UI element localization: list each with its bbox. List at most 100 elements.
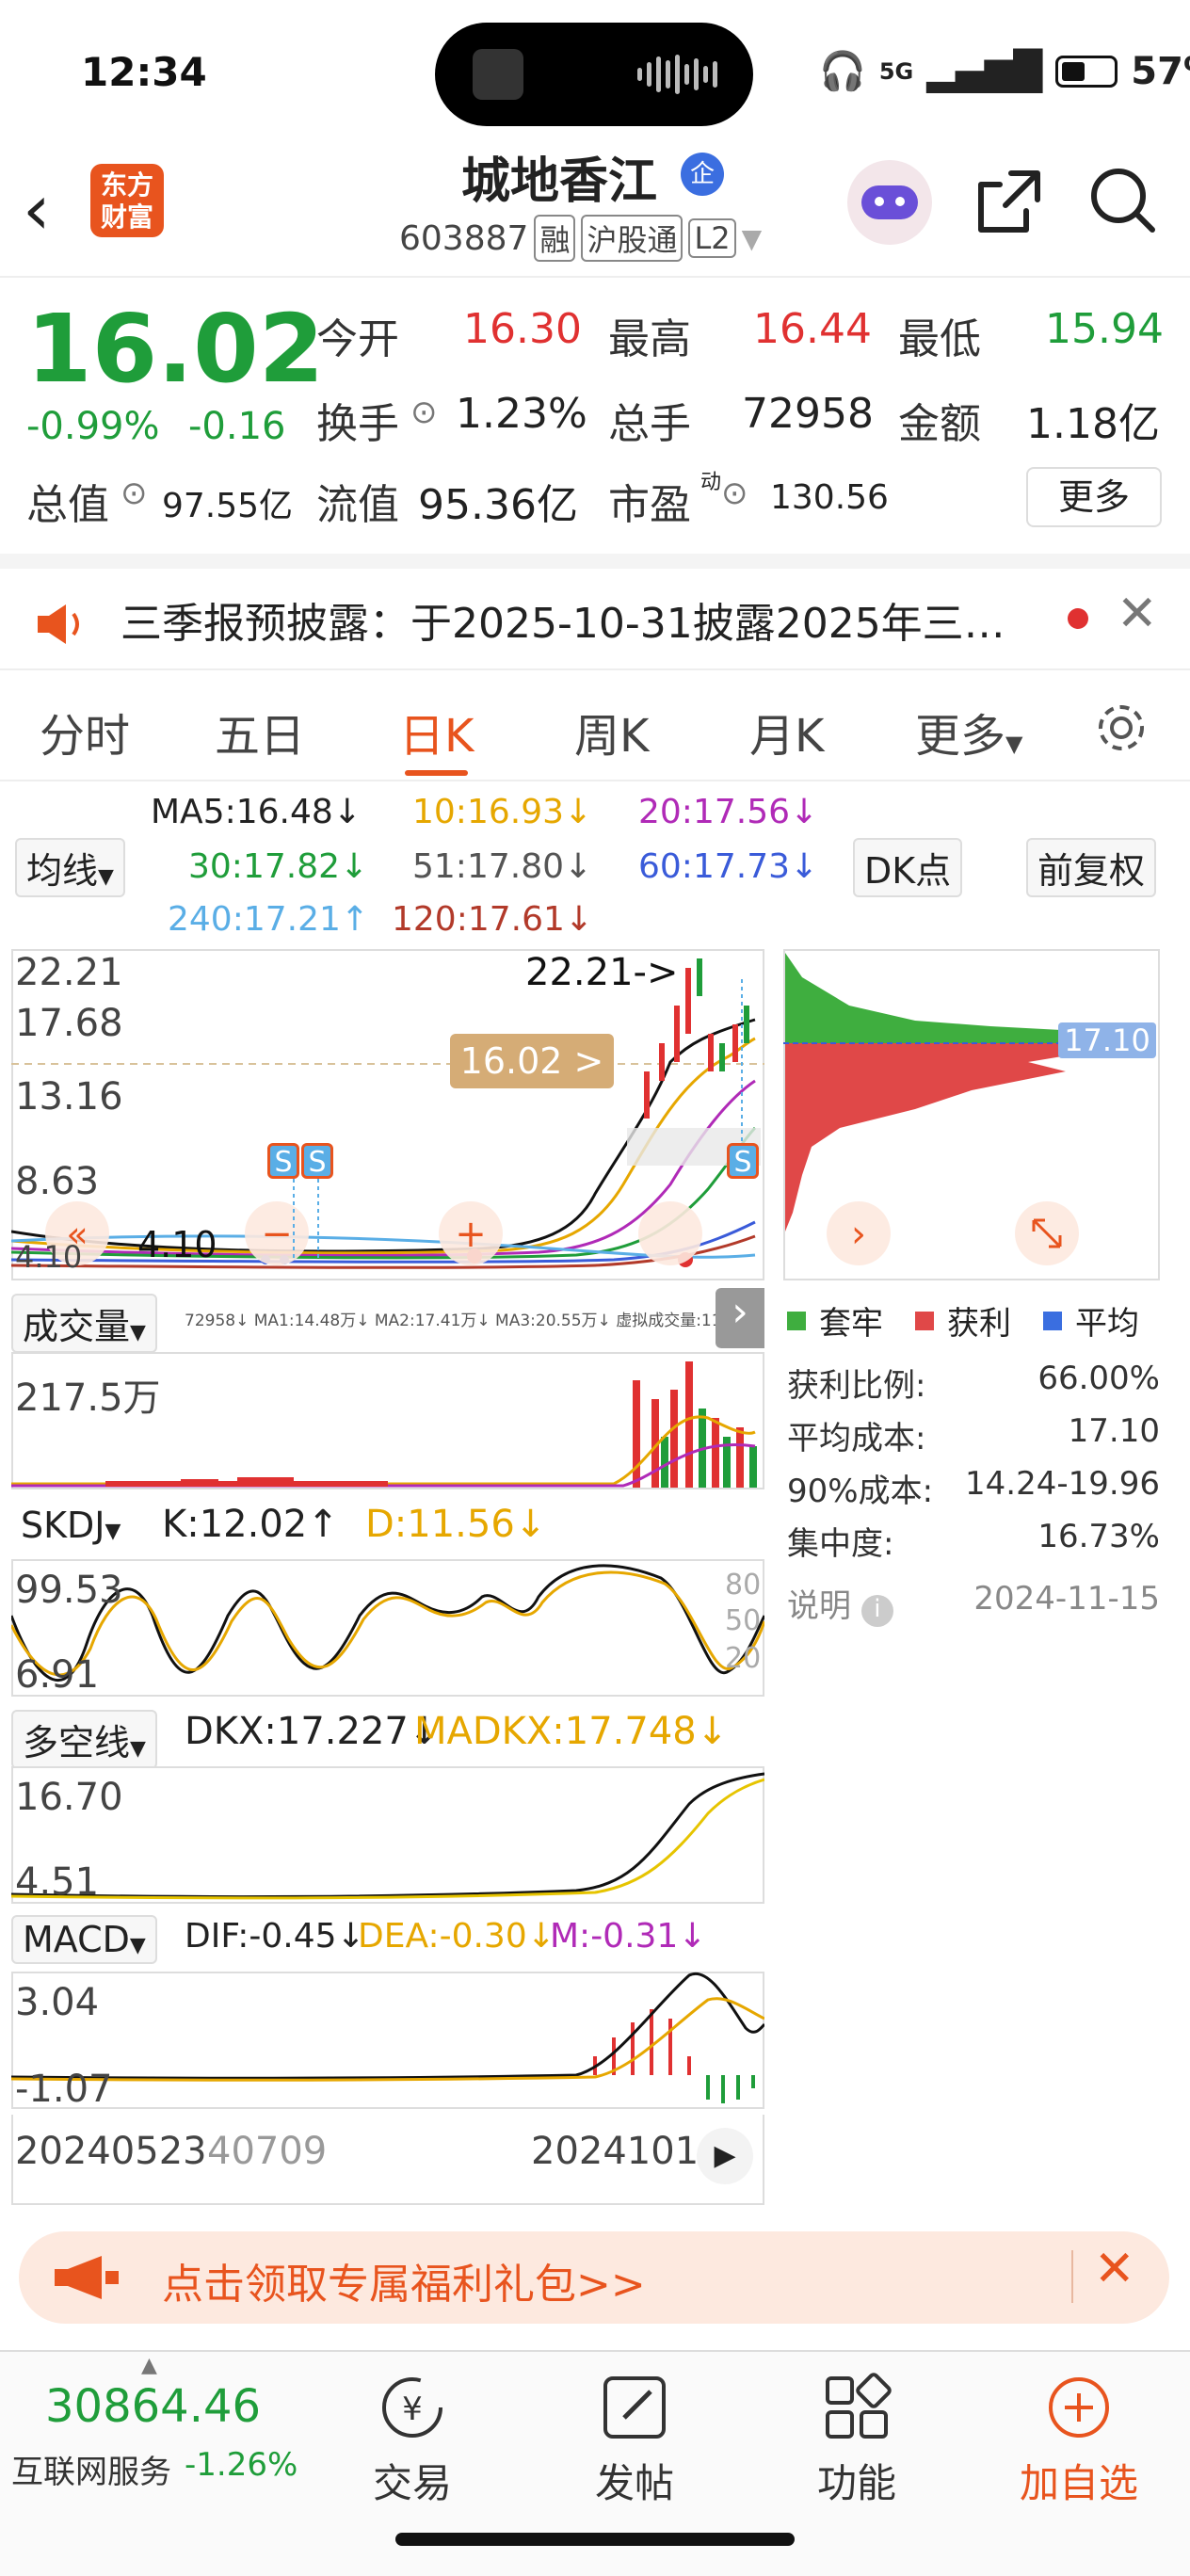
nav-trade[interactable]: ¥ 交易 [346, 2373, 478, 2509]
chip-val: 14.24-19.96 [965, 1465, 1160, 1503]
current-price-tag[interactable]: 16.02 > [450, 1034, 614, 1088]
settings-gear-icon[interactable] [1092, 699, 1150, 757]
tab-more[interactable]: 更多▼ [915, 699, 1022, 765]
open-label: 今开 [316, 315, 399, 363]
tag-connect: 沪股通 [581, 215, 683, 262]
adjust-button[interactable]: 前复权 [1026, 838, 1157, 897]
nav-trade-label: 交易 [372, 2460, 452, 2506]
macd-chart[interactable] [11, 1972, 764, 2109]
chip-note[interactable]: 说明 i [787, 1580, 893, 1633]
chip-key: 90%成本: [787, 1473, 934, 1510]
nav-add-watchlist[interactable]: 加自选 [1013, 2373, 1145, 2509]
low-marker: 4.10 [137, 1224, 217, 1265]
dropdown-icon: ▼ [1005, 731, 1023, 757]
expand-caret-icon[interactable]: ▲ [141, 2354, 157, 2377]
pe-value: 130.56 [770, 478, 889, 517]
y-tick-2: 17.68 [15, 1002, 123, 1045]
volume-selector[interactable]: 成交量▼ [11, 1294, 157, 1353]
svg-text:+: + [455, 1213, 487, 1256]
skdj-bottom: 6.91 [15, 1653, 100, 1697]
index-value[interactable]: 30864.46 [45, 2380, 261, 2433]
notice-bar[interactable]: 三季报预披露：于2025-10-31披露2025年三… ✕ [0, 554, 1190, 668]
ma60-value: 60:17.73↓ [638, 847, 819, 886]
stock-code: 603887 [399, 218, 529, 258]
chip-legend: 套牢 获利 平均 [787, 1297, 1139, 1344]
ma-selector[interactable]: 均线▼ [15, 838, 125, 897]
ma10-value: 10:16.93↓ [412, 793, 593, 831]
chip-val: 17.10 [1068, 1412, 1160, 1450]
more-button[interactable]: 更多 [1026, 467, 1162, 527]
macd-selector[interactable]: MACD▼ [11, 1915, 157, 1964]
home-indicator[interactable] [395, 2533, 795, 2546]
chip-distribution-chart[interactable]: › [783, 949, 1160, 1280]
close-icon[interactable]: ✕ [1117, 586, 1158, 642]
info-icon: i [860, 1595, 893, 1627]
ai-assistant-icon[interactable] [847, 160, 932, 245]
search-icon[interactable] [1085, 162, 1160, 237]
back-icon[interactable]: ‹ [23, 169, 51, 250]
play-icon[interactable]: ▶ [697, 2128, 753, 2184]
chip-val: 66.00% [1037, 1360, 1160, 1397]
stock-code-row[interactable]: 603887 融 沪股通 L2 ▼ [399, 215, 762, 262]
kline-chart[interactable]: « − + [11, 949, 764, 1280]
skdj-level-50: 50 [725, 1604, 762, 1637]
chip-val: 16.73% [1037, 1518, 1160, 1555]
dkx-selector[interactable]: 多空线▼ [11, 1710, 157, 1769]
tab-daily[interactable]: 日K [399, 699, 474, 776]
turnover-value: 1.23% [456, 390, 587, 438]
pe-label: 市盈 [608, 481, 691, 529]
tab-monthly[interactable]: 月K [749, 699, 824, 765]
eastmoney-logo[interactable]: 东方 财富 [90, 164, 164, 237]
promo-banner[interactable]: 点击领取专属福利礼包>> ✕ [19, 2231, 1169, 2324]
enterprise-badge[interactable]: 企 [681, 153, 724, 196]
open-value: 16.30 [463, 305, 582, 353]
nav-functions[interactable]: 功能 [791, 2373, 923, 2509]
svg-text:−: − [261, 1213, 293, 1256]
info-icon[interactable]: ⊙ [121, 475, 148, 512]
high-value: 16.44 [753, 305, 872, 353]
ma-selector-label: 均线 [26, 850, 99, 892]
tab-5day[interactable]: 五日 [215, 699, 305, 765]
period-tabs: 分时 五日 日K 周K 月K 更多▼ [0, 668, 1190, 781]
chip-row: 获利比例: 66.00% [787, 1360, 1160, 1412]
dkx-selector-label: 多空线 [23, 1722, 131, 1763]
megaphone-icon [55, 2256, 119, 2299]
tab-weekly[interactable]: 周K [574, 699, 649, 765]
info-icon[interactable]: ⊙ [410, 394, 438, 431]
nav-add-label: 加自选 [1019, 2460, 1138, 2506]
chip-key: 平均成本: [787, 1420, 926, 1457]
info-icon[interactable]: ⊙ [721, 475, 748, 512]
system-icons: 🎧 5G ▂▄▆█ 57% [819, 49, 1190, 94]
legend-profit: 获利 [947, 1305, 1011, 1343]
legend-swatch-trapped [787, 1311, 806, 1330]
skdj-selector[interactable]: SKDJ▼ [11, 1503, 131, 1548]
amount-value: 1.18亿 [1026, 400, 1160, 448]
collapse-arrow-icon[interactable]: › [716, 1288, 764, 1348]
sector-name[interactable]: 互联网服务 [11, 2446, 171, 2492]
dropdown-icon[interactable]: ▼ [742, 223, 763, 254]
tab-intraday[interactable]: 分时 [40, 699, 130, 765]
skdj-chart[interactable] [11, 1559, 764, 1697]
sell-marker[interactable]: S [301, 1143, 333, 1179]
chip-stats: 获利比例: 66.00% 平均成本: 17.10 90%成本: 14.24-19.96… [787, 1360, 1160, 1633]
current-price: 16.02 [26, 294, 325, 404]
speaker-icon [38, 604, 79, 644]
sell-marker[interactable]: S [727, 1143, 759, 1179]
macd-bottom: -1.07 [15, 2068, 113, 2111]
volume-selector-label: 成交量 [23, 1306, 131, 1347]
dk-point-button[interactable]: DK点 [853, 838, 963, 897]
tab-more-label: 更多 [915, 710, 1006, 763]
close-icon[interactable]: ✕ [1094, 2241, 1135, 2297]
skdj-k: K:12.02↑ [162, 1503, 339, 1546]
chip-row: 平均成本: 17.10 [787, 1412, 1160, 1465]
dkx-top: 16.70 [15, 1776, 123, 1819]
macd-top: 3.04 [15, 1981, 100, 2024]
nav-post[interactable]: 发帖 [569, 2373, 700, 2509]
edit-post-icon [603, 2376, 666, 2439]
skdj-selector-label: SKDJ [21, 1505, 105, 1546]
share-icon[interactable] [973, 166, 1045, 237]
dkx-chart[interactable] [11, 1766, 764, 1904]
stock-name: 城地香江 [461, 153, 658, 210]
sell-marker[interactable]: S [267, 1143, 299, 1179]
avg-cost-tag: 17.10 [1058, 1022, 1156, 1058]
